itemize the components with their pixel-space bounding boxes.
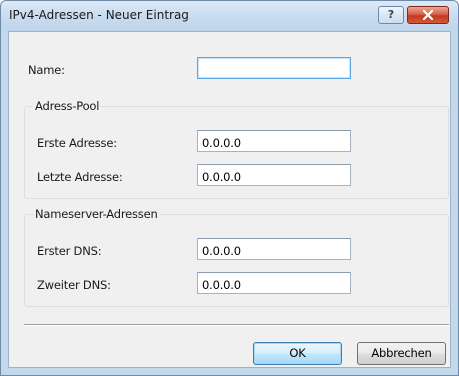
separator [24, 324, 449, 326]
name-label: Name: [28, 63, 65, 77]
window-title: IPv4-Adressen - Neuer Eintrag [9, 8, 189, 22]
last-address-input[interactable] [197, 164, 351, 186]
first-address-label: Erste Adresse: [37, 136, 117, 150]
close-icon [423, 10, 433, 20]
help-button[interactable]: ? [378, 6, 404, 24]
address-pool-caption: Adress-Pool [33, 99, 102, 113]
first-address-input[interactable] [197, 130, 351, 152]
cancel-button[interactable]: Abbrechen [357, 342, 446, 365]
name-input[interactable] [197, 57, 351, 79]
title-bar[interactable]: IPv4-Adressen - Neuer Eintrag ? [1, 1, 458, 31]
dialog-content: Name: Adress-Pool Erste Adresse: Letzte … [8, 31, 451, 368]
ok-button[interactable]: OK [253, 342, 342, 365]
last-address-label: Letzte Adresse: [37, 170, 123, 184]
first-dns-input[interactable] [197, 238, 351, 260]
second-dns-input[interactable] [197, 272, 351, 294]
first-dns-label: Erster DNS: [37, 244, 102, 258]
question-mark-icon: ? [387, 8, 395, 21]
dialog-window: IPv4-Adressen - Neuer Eintrag ? Name: Ad… [0, 0, 459, 376]
close-button[interactable] [407, 6, 449, 24]
nameserver-caption: Nameserver-Adressen [33, 207, 160, 221]
second-dns-label: Zweiter DNS: [37, 278, 111, 292]
